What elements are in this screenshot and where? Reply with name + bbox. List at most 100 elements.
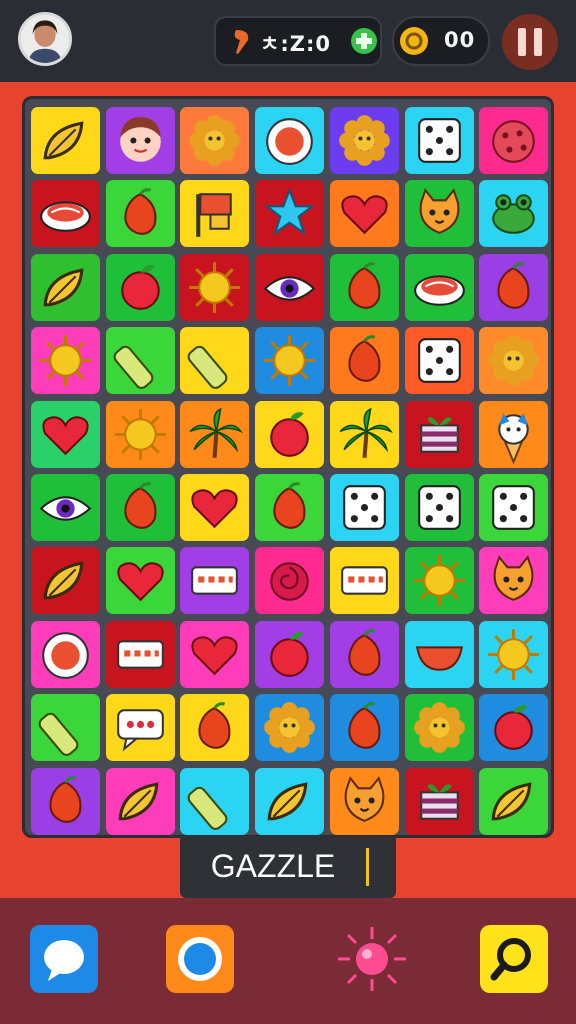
avatar[interactable]	[18, 12, 72, 66]
tile-cat[interactable]	[404, 180, 474, 248]
tile-leaf[interactable]	[31, 547, 100, 615]
tile-log[interactable]	[180, 327, 250, 395]
tile-apple[interactable]	[255, 620, 325, 688]
tile-cat[interactable]	[329, 767, 399, 835]
tile-cookie[interactable]	[479, 107, 549, 174]
tile-sun[interactable]	[255, 327, 325, 395]
sun-icon	[40, 335, 91, 387]
ring-button[interactable]	[166, 925, 234, 993]
tile-card[interactable]	[329, 547, 399, 615]
tile-dice[interactable]	[404, 107, 474, 174]
flower-icon	[488, 335, 540, 387]
heart-icon	[191, 636, 238, 676]
tile-flower[interactable]	[180, 107, 250, 174]
tile-fruit[interactable]	[105, 474, 175, 541]
tile-bubble[interactable]	[105, 694, 175, 762]
tile-leaf[interactable]	[31, 253, 100, 321]
rose-icon	[270, 562, 309, 602]
tile-heart[interactable]	[31, 400, 100, 468]
coins-text: 00	[444, 28, 476, 52]
tile-ring[interactable]	[255, 107, 325, 174]
tile-face[interactable]	[105, 107, 175, 174]
burst-button[interactable]	[338, 925, 406, 993]
tile-dice[interactable]	[329, 474, 399, 541]
apple-icon	[270, 411, 309, 457]
tile-heart[interactable]	[105, 547, 175, 615]
tile-palm[interactable]	[180, 400, 250, 468]
pause-button[interactable]	[502, 14, 558, 70]
tile-gift[interactable]	[404, 400, 474, 468]
tile-eye[interactable]	[255, 253, 325, 321]
tile-fruit[interactable]	[180, 694, 250, 762]
tile-leaf[interactable]	[479, 767, 549, 835]
tile-flower[interactable]	[404, 694, 474, 762]
tile-flower[interactable]	[479, 327, 549, 395]
tile-star[interactable]	[255, 180, 325, 248]
tile-log[interactable]	[31, 694, 100, 762]
tile-fruit[interactable]	[105, 180, 175, 248]
tile-flower[interactable]	[329, 107, 399, 174]
heart-icon	[117, 562, 164, 602]
tile-leaf[interactable]	[255, 767, 325, 835]
tile-card[interactable]	[105, 620, 175, 688]
tile-fruit[interactable]	[329, 327, 399, 395]
tile-fruit[interactable]	[329, 253, 399, 321]
tile-cat[interactable]	[479, 547, 549, 615]
sushi-icon	[413, 275, 465, 306]
tile-heart[interactable]	[180, 620, 250, 688]
tile-log[interactable]	[180, 767, 250, 835]
tile-card[interactable]	[180, 547, 250, 615]
tile-log[interactable]	[105, 327, 175, 395]
tile-apple[interactable]	[105, 253, 175, 321]
tile-palm[interactable]	[329, 400, 399, 468]
tile-sun[interactable]	[479, 620, 549, 688]
tile-fruit[interactable]	[255, 474, 325, 541]
leaf-icon	[43, 561, 84, 600]
tile-heart[interactable]	[180, 474, 250, 541]
tile-dice[interactable]	[404, 474, 474, 541]
tile-bowl[interactable]	[404, 620, 474, 688]
tile-eye[interactable]	[31, 474, 100, 541]
tile-sun[interactable]	[105, 400, 175, 468]
bowl-icon	[415, 646, 463, 671]
chat-button[interactable]	[30, 925, 98, 993]
tile-sushi[interactable]	[404, 253, 474, 321]
dice-icon	[417, 338, 461, 384]
tile-sun[interactable]	[404, 547, 474, 615]
sun-icon	[488, 628, 540, 680]
tile-apple[interactable]	[255, 400, 325, 468]
tile-rose[interactable]	[255, 547, 325, 615]
dice-icon	[417, 118, 461, 163]
tile-dice[interactable]	[404, 327, 474, 395]
tile-sushi[interactable]	[31, 180, 100, 248]
plus-icon[interactable]	[350, 27, 378, 55]
tile-flag[interactable]	[180, 180, 250, 248]
dice-icon	[492, 485, 535, 530]
sushi-icon	[40, 201, 91, 233]
tile-leaf[interactable]	[31, 107, 100, 174]
cookie-icon	[492, 120, 535, 163]
cat-icon	[419, 188, 459, 235]
tile-fruit[interactable]	[329, 694, 399, 762]
tile-sun[interactable]	[180, 253, 250, 321]
dice-icon	[417, 485, 461, 530]
tile-fruit[interactable]	[329, 620, 399, 688]
fruit-icon	[49, 775, 82, 823]
tile-frog[interactable]	[479, 180, 549, 248]
tile-ring[interactable]	[31, 620, 100, 688]
log-icon	[38, 713, 79, 757]
tile-heart[interactable]	[329, 180, 399, 248]
tile-apple[interactable]	[479, 694, 549, 762]
tile-sun[interactable]	[31, 327, 100, 395]
search-button[interactable]	[480, 925, 548, 993]
tile-dice[interactable]	[479, 474, 549, 541]
fruit-icon	[348, 628, 381, 676]
game-title-box: GAZZLE	[180, 836, 396, 898]
tile-leaf[interactable]	[105, 767, 175, 835]
tile-flower[interactable]	[255, 694, 325, 762]
tile-icecream[interactable]	[479, 400, 549, 468]
tile-gift[interactable]	[404, 767, 474, 835]
gift-icon	[419, 416, 459, 453]
tile-fruit[interactable]	[479, 253, 549, 321]
tile-fruit[interactable]	[31, 767, 100, 835]
